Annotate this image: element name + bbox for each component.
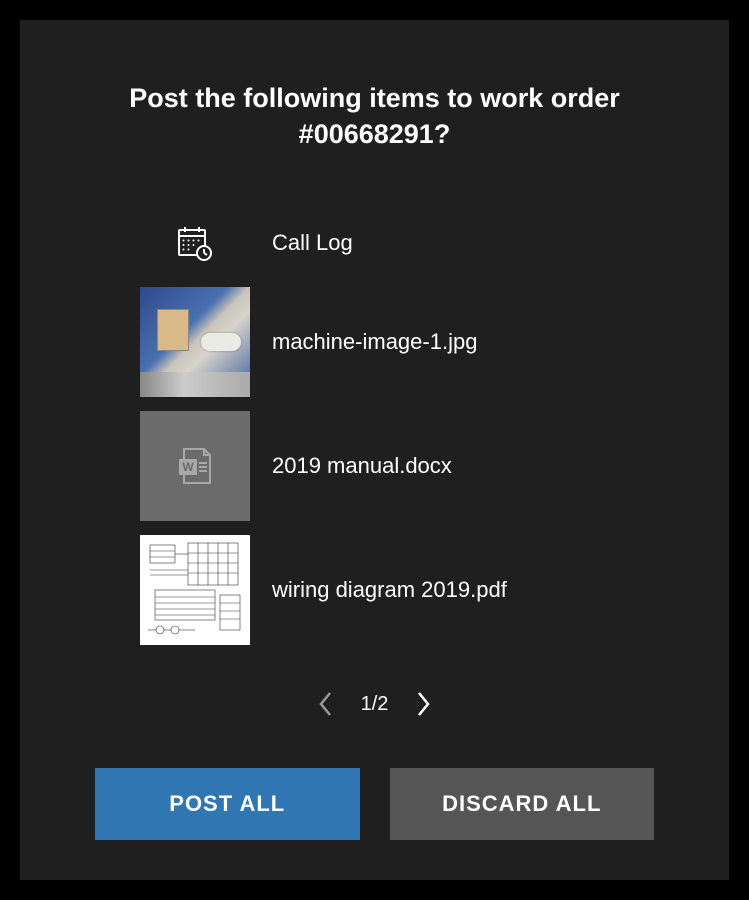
paginator: 1/2 <box>95 690 654 718</box>
list-item[interactable]: wiring diagram 2019.pdf <box>140 535 654 645</box>
list-item[interactable]: W 2019 manual.docx <box>140 411 654 521</box>
item-label: Call Log <box>272 230 353 256</box>
title-line-2: #00668291? <box>299 119 451 149</box>
list-item[interactable]: Call Log <box>140 213 654 273</box>
discard-all-button[interactable]: DISCARD ALL <box>390 768 655 840</box>
title-line-1: Post the following items to work order <box>129 83 620 113</box>
item-label: 2019 manual.docx <box>272 453 452 479</box>
chevron-left-icon[interactable] <box>317 690 333 718</box>
list-item[interactable]: machine-image-1.jpg <box>140 287 654 397</box>
chevron-right-icon[interactable] <box>416 690 432 718</box>
page-indicator: 1/2 <box>361 693 389 716</box>
dialog-title: Post the following items to work order #… <box>95 80 654 153</box>
dialog-actions: POST ALL DISCARD ALL <box>95 768 654 840</box>
post-items-dialog: Post the following items to work order #… <box>20 20 729 880</box>
calendar-clock-icon <box>140 213 250 273</box>
items-list: Call Log machine-image-1.jpg W <box>95 213 654 670</box>
item-label: machine-image-1.jpg <box>272 329 477 355</box>
word-doc-icon: W <box>140 411 250 521</box>
pdf-thumbnail <box>140 535 250 645</box>
post-all-button[interactable]: POST ALL <box>95 768 360 840</box>
item-label: wiring diagram 2019.pdf <box>272 577 507 603</box>
svg-text:W: W <box>182 460 194 474</box>
image-thumbnail <box>140 287 250 397</box>
